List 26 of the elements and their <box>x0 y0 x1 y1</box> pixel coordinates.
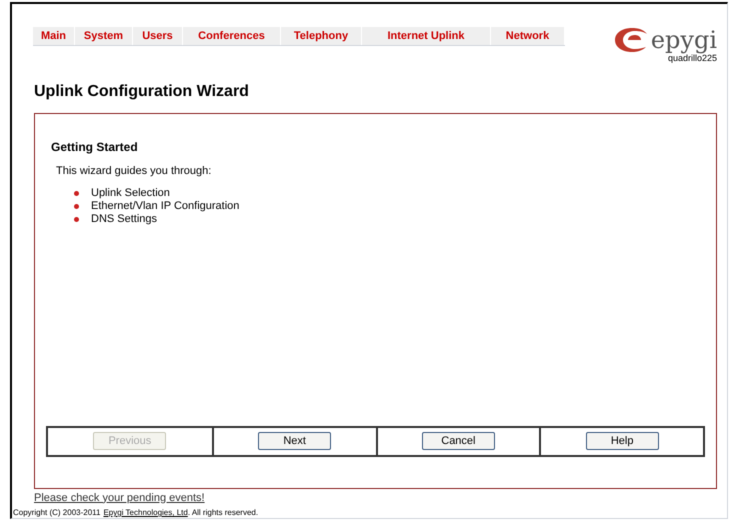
wizard-button[interactable]: Cancel <box>422 432 495 450</box>
wizard-intro: This wizard guides you through: <box>56 164 212 178</box>
bullet-icon <box>74 217 79 222</box>
step-item: Ethernet/Vlan IP Configuration <box>91 199 240 214</box>
step-item: DNS Settings <box>91 212 158 228</box>
nav-tab[interactable]: Telephony <box>281 27 362 45</box>
pending-events-link[interactable]: Please check your pending events! <box>34 490 727 506</box>
logo-swoosh-icon <box>614 27 650 53</box>
nav-tab[interactable]: System <box>75 27 133 45</box>
nav-tab[interactable]: Conferences <box>183 27 281 45</box>
page-title: Uplink Configuration Wizard <box>34 82 250 102</box>
company-link[interactable]: Epygi Technologies, Ltd <box>103 507 188 519</box>
logo-text: epygi <box>650 28 717 52</box>
nav-tab[interactable]: Main <box>33 27 75 45</box>
copyright-text: . All rights reserved. <box>188 507 258 519</box>
nav-tab[interactable]: Internet Uplink <box>362 27 491 45</box>
wizard-button[interactable]: Help <box>586 432 659 450</box>
nav-tab[interactable]: Network <box>491 27 565 45</box>
nav-tab[interactable]: Users <box>133 27 183 45</box>
model-name: quadrillo225 <box>668 53 717 65</box>
bullet-icon <box>74 191 79 196</box>
wizard-heading: Getting Started <box>51 138 139 156</box>
bullet-icon <box>74 204 79 209</box>
wizard-button[interactable]: Next <box>258 432 332 450</box>
copyright-text: Copyright (C) 2003-2011 <box>13 507 100 519</box>
step-item: Uplink Selection <box>91 186 170 201</box>
